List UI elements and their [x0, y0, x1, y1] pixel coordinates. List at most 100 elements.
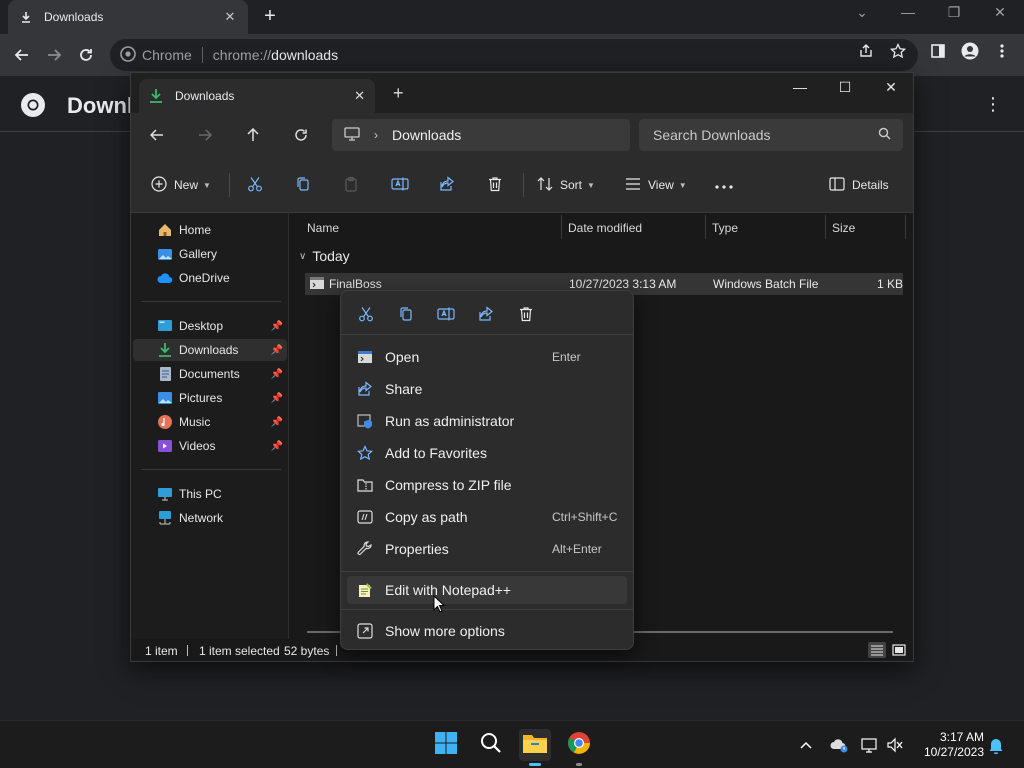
- side-panel-icon[interactable]: [929, 42, 947, 60]
- pin-icon[interactable]: 📌: [271, 345, 283, 356]
- volume-muted-icon[interactable]: [885, 735, 905, 755]
- pin-icon[interactable]: 📌: [271, 441, 283, 452]
- profile-avatar-icon[interactable]: [961, 42, 979, 60]
- chrome-tab-downloads[interactable]: Downloads ✕: [8, 0, 248, 34]
- view-label: View: [648, 178, 674, 192]
- page-menu-icon[interactable]: ⋮: [984, 94, 1002, 115]
- nav-item-downloads[interactable]: Downloads 📌: [133, 339, 287, 361]
- column-divider[interactable]: [825, 215, 826, 239]
- nav-item-home[interactable]: Home: [133, 219, 287, 241]
- notification-bell-icon[interactable]: [986, 735, 1006, 755]
- more-options-button[interactable]: [715, 175, 733, 195]
- refresh-button[interactable]: [291, 125, 311, 145]
- column-header-size[interactable]: Size: [832, 221, 855, 235]
- close-icon[interactable]: ✕: [222, 9, 238, 25]
- share-icon[interactable]: [857, 42, 875, 60]
- nav-item-documents[interactable]: Documents 📌: [133, 363, 287, 385]
- new-tab-button[interactable]: +: [393, 83, 404, 104]
- onedrive-tray-icon[interactable]: [829, 735, 849, 755]
- menu-item-shortcut: Alt+Enter: [552, 542, 602, 556]
- share-button[interactable]: [439, 175, 455, 195]
- delete-button[interactable]: [487, 175, 503, 195]
- reload-button[interactable]: [74, 43, 98, 67]
- copy-button[interactable]: [397, 305, 415, 323]
- bookmark-star-icon[interactable]: [889, 42, 907, 60]
- menu-item-share[interactable]: Share: [347, 375, 627, 403]
- back-button[interactable]: [147, 125, 167, 145]
- delete-button[interactable]: [517, 305, 535, 323]
- paste-button[interactable]: [343, 175, 359, 195]
- menu-item-edit-with-notepad-plus-plus[interactable]: Edit with Notepad++: [347, 576, 627, 604]
- menu-item-open[interactable]: Open Enter: [347, 343, 627, 371]
- forward-button[interactable]: [42, 43, 66, 67]
- column-header-type[interactable]: Type: [712, 221, 738, 235]
- cut-button[interactable]: [357, 305, 375, 323]
- rename-button[interactable]: [391, 175, 409, 195]
- system-clock[interactable]: 3:17 AM 10/27/2023: [916, 730, 984, 760]
- omnibox[interactable]: Chrome chrome://downloads: [110, 39, 918, 71]
- close-window-button[interactable]: ✕: [990, 4, 1010, 21]
- column-header-name[interactable]: Name: [307, 221, 339, 235]
- menu-item-compress-zip[interactable]: Compress to ZIP file: [347, 471, 627, 499]
- file-explorer-taskbar-button[interactable]: [519, 729, 551, 766]
- menu-item-run-as-administrator[interactable]: Run as administrator: [347, 407, 627, 435]
- command-bar: New ▼ Sort ▼ View ▼ Details: [131, 157, 913, 213]
- menu-item-copy-as-path[interactable]: Copy as path Ctrl+Shift+C: [347, 503, 627, 531]
- menu-item-properties[interactable]: Properties Alt+Enter: [347, 535, 627, 563]
- group-header-today[interactable]: ∨ Today: [299, 248, 350, 264]
- column-header-date[interactable]: Date modified: [568, 221, 642, 235]
- new-tab-button[interactable]: +: [260, 6, 280, 26]
- forward-button[interactable]: [195, 125, 215, 145]
- cut-button[interactable]: [247, 175, 263, 195]
- column-divider[interactable]: [705, 215, 706, 239]
- nav-item-onedrive[interactable]: OneDrive: [133, 267, 287, 289]
- minimize-button[interactable]: —: [898, 4, 918, 20]
- details-pane-button[interactable]: Details: [829, 175, 889, 195]
- divider: [187, 645, 188, 656]
- menu-item-add-to-favorites[interactable]: Add to Favorites: [347, 439, 627, 467]
- new-button[interactable]: New ▼: [151, 175, 211, 195]
- nav-item-gallery[interactable]: Gallery: [133, 243, 287, 265]
- chevron-down-icon[interactable]: ∨: [299, 251, 306, 262]
- back-button[interactable]: [10, 43, 34, 67]
- chevron-right-icon[interactable]: ›: [374, 128, 378, 142]
- nav-item-pictures[interactable]: Pictures 📌: [133, 387, 287, 409]
- pin-icon[interactable]: 📌: [271, 417, 283, 428]
- tiles-view-button[interactable]: [890, 642, 908, 658]
- chrome-menu-icon[interactable]: [993, 42, 1011, 60]
- nav-item-this-pc[interactable]: This PC: [133, 483, 287, 505]
- chrome-taskbar-button[interactable]: [563, 729, 595, 766]
- menu-item-show-more-options[interactable]: Show more options: [347, 617, 627, 645]
- nav-item-videos[interactable]: Videos 📌: [133, 435, 287, 457]
- address-bar[interactable]: › Downloads: [332, 119, 630, 151]
- column-divider[interactable]: [561, 215, 562, 239]
- tray-overflow-chevron-icon[interactable]: [796, 735, 816, 755]
- breadcrumb[interactable]: Downloads: [392, 127, 461, 143]
- maximize-button[interactable]: ☐: [833, 79, 857, 96]
- nav-item-music[interactable]: Music 📌: [133, 411, 287, 433]
- rename-button[interactable]: [437, 305, 455, 323]
- pin-icon[interactable]: 📌: [271, 393, 283, 404]
- start-button[interactable]: [430, 729, 462, 761]
- minimize-button[interactable]: —: [788, 79, 812, 95]
- close-window-button[interactable]: ✕: [879, 79, 903, 96]
- copy-button[interactable]: [295, 175, 311, 195]
- tab-search-chevron-icon[interactable]: ⌄: [852, 4, 872, 21]
- explorer-titlebar: Downloads ✕ + — ☐ ✕: [131, 73, 913, 113]
- column-divider[interactable]: [905, 215, 906, 239]
- up-button[interactable]: [243, 125, 263, 145]
- share-button[interactable]: [477, 305, 495, 323]
- pin-icon[interactable]: 📌: [271, 321, 283, 332]
- close-icon[interactable]: ✕: [354, 88, 365, 104]
- sort-button[interactable]: Sort ▼: [537, 175, 595, 195]
- restore-button[interactable]: ❐: [944, 4, 964, 21]
- details-view-button[interactable]: [868, 642, 886, 658]
- search-input[interactable]: Search Downloads: [639, 119, 903, 151]
- view-button[interactable]: View ▼: [625, 175, 687, 195]
- nav-item-network[interactable]: Network: [133, 507, 287, 529]
- network-tray-icon[interactable]: [860, 735, 880, 755]
- explorer-tab-downloads[interactable]: Downloads ✕: [139, 79, 375, 113]
- nav-item-desktop[interactable]: Desktop 📌: [133, 315, 287, 337]
- pin-icon[interactable]: 📌: [271, 369, 283, 380]
- search-button[interactable]: [475, 729, 507, 761]
